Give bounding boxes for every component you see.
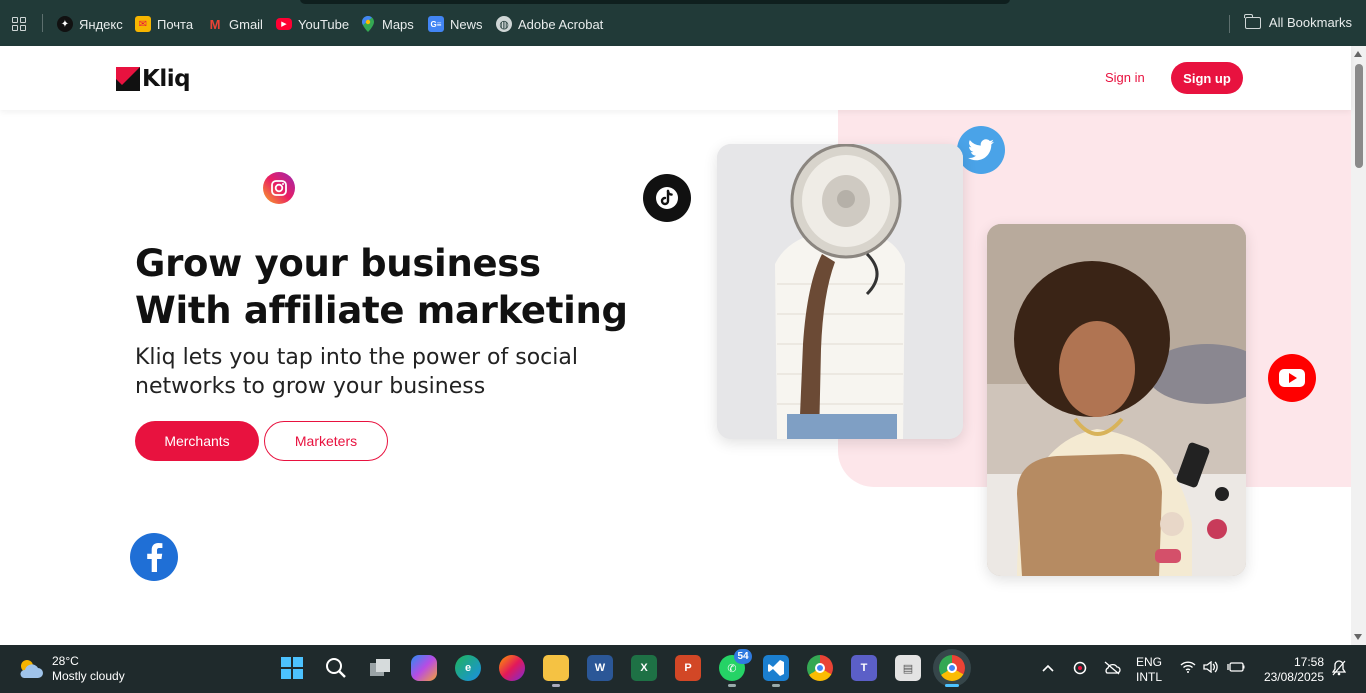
copilot-icon[interactable]	[411, 655, 437, 681]
battery-icon[interactable]	[1227, 661, 1245, 677]
site-header: Kliq Sign in Sign up	[0, 46, 1351, 110]
powerpoint-icon[interactable]: P	[675, 655, 701, 681]
logo-text: Kliq	[142, 66, 191, 92]
bookmark-yandex[interactable]: ✦ Яндекс	[57, 15, 123, 33]
globe-icon: ◍	[496, 16, 512, 32]
woman-makeup-photo	[987, 224, 1246, 576]
clock[interactable]: 17:58 23/08/2025	[1258, 655, 1324, 685]
yandex-icon: ✦	[57, 16, 73, 32]
mail-envelope-icon: ✉	[135, 16, 151, 32]
notifications-bell-icon[interactable]	[1331, 660, 1347, 680]
twitter-icon	[957, 126, 1005, 174]
hero-title-line-1: Grow your business	[135, 242, 541, 285]
hero-title: Grow your business With affiliate market…	[135, 240, 695, 334]
search-icon[interactable]	[323, 655, 349, 681]
weather-widget[interactable]: 28°C Mostly cloudy	[18, 654, 125, 684]
weather-description: Mostly cloudy	[52, 669, 125, 683]
sign-up-button[interactable]: Sign up	[1171, 62, 1243, 94]
merchants-button[interactable]: Merchants	[135, 421, 259, 461]
kliq-logo-mark-icon	[116, 67, 140, 91]
bookmark-maps[interactable]: Maps	[360, 15, 414, 33]
apps-grid-icon[interactable]	[12, 17, 26, 31]
bookmark-adobe-acrobat[interactable]: ◍ Adobe Acrobat	[496, 15, 603, 33]
hero-title-line-2: With affiliate marketing	[135, 289, 628, 332]
weather-temperature: 28°C	[52, 654, 79, 668]
divider	[42, 14, 43, 32]
megaphone-man-photo	[717, 144, 963, 439]
scroll-up-arrow-icon[interactable]	[1354, 51, 1362, 57]
photos-app-icon[interactable]: ▤	[895, 655, 921, 681]
windows-start-icon[interactable]	[279, 655, 305, 681]
bookmark-label: Adobe Acrobat	[518, 16, 604, 32]
task-view-icon[interactable]	[367, 655, 393, 681]
input-language-indicator[interactable]: ENG INTL	[1136, 655, 1162, 685]
tiktok-icon	[643, 174, 691, 222]
sign-in-link[interactable]: Sign in	[1105, 70, 1145, 85]
all-bookmarks-button[interactable]: All Bookmarks	[1228, 13, 1352, 33]
folder-icon	[1244, 13, 1261, 29]
bookmark-label: Maps	[382, 16, 414, 32]
bookmark-label: YouTube	[298, 16, 350, 32]
clock-time: 17:58	[1293, 655, 1324, 669]
scrollbar-thumb[interactable]	[1355, 64, 1363, 168]
divider	[1228, 15, 1230, 33]
cloudy-weather-icon	[20, 660, 43, 678]
facebook-icon	[130, 533, 178, 581]
kliq-logo[interactable]: Kliq	[116, 66, 191, 92]
word-icon[interactable]: W	[587, 655, 613, 681]
firefox-icon[interactable]	[499, 655, 525, 681]
cloud-offline-icon[interactable]	[1103, 661, 1121, 679]
whatsapp-icon[interactable]: ✆ 54	[719, 649, 752, 687]
bookmark-pochta[interactable]: ✉ Почта	[135, 15, 193, 33]
file-explorer-icon[interactable]	[543, 655, 569, 687]
news-icon: G≡	[428, 16, 444, 32]
keyboard-layout: INTL	[1136, 670, 1163, 684]
page-scrollbar[interactable]	[1351, 46, 1366, 645]
wifi-icon[interactable]	[1180, 661, 1196, 677]
maps-pin-icon	[360, 16, 376, 32]
windows-taskbar: 28°C Mostly cloudy e W X P ✆ 54 T ▤ ENG …	[0, 645, 1366, 693]
youtube-icon: ▶	[276, 18, 292, 30]
volume-icon[interactable]	[1203, 660, 1219, 677]
chrome-icon[interactable]	[807, 655, 833, 681]
bookmark-gmail[interactable]: M Gmail	[207, 15, 263, 33]
bookmark-label: Яндекс	[79, 16, 123, 32]
whatsapp-unread-badge: 54	[734, 649, 752, 664]
gmail-icon: M	[209, 16, 221, 32]
vscode-icon[interactable]	[763, 655, 789, 687]
sync-status-icon[interactable]	[1073, 661, 1087, 679]
marketers-button[interactable]: Marketers	[264, 421, 388, 461]
bookmarks-bar: ✦ Яндекс ✉ Почта M Gmail ▶ YouTube Maps …	[0, 0, 1366, 46]
bookmark-news[interactable]: G≡ News	[428, 15, 483, 33]
scroll-down-arrow-icon[interactable]	[1354, 634, 1362, 640]
window-drag-handle[interactable]	[300, 0, 1010, 4]
hero-subtitle: Kliq lets you tap into the power of soci…	[135, 345, 578, 399]
bookmark-label: News	[450, 16, 483, 32]
bookmark-label: Почта	[157, 16, 194, 32]
edge-browser-icon[interactable]: e	[455, 655, 481, 681]
bookmark-youtube[interactable]: ▶ YouTube	[276, 15, 349, 33]
bookmark-label: Gmail	[229, 16, 263, 32]
instagram-icon	[263, 172, 295, 204]
show-hidden-icons-chevron-icon[interactable]	[1042, 661, 1054, 676]
teams-icon[interactable]: T	[851, 655, 877, 681]
chrome-active-window-icon[interactable]	[939, 655, 965, 687]
clock-date: 23/08/2025	[1263, 670, 1324, 684]
all-bookmarks-label: All Bookmarks	[1268, 15, 1352, 30]
language-code: ENG	[1136, 655, 1163, 669]
excel-icon[interactable]: X	[631, 655, 657, 681]
youtube-icon	[1268, 354, 1316, 402]
